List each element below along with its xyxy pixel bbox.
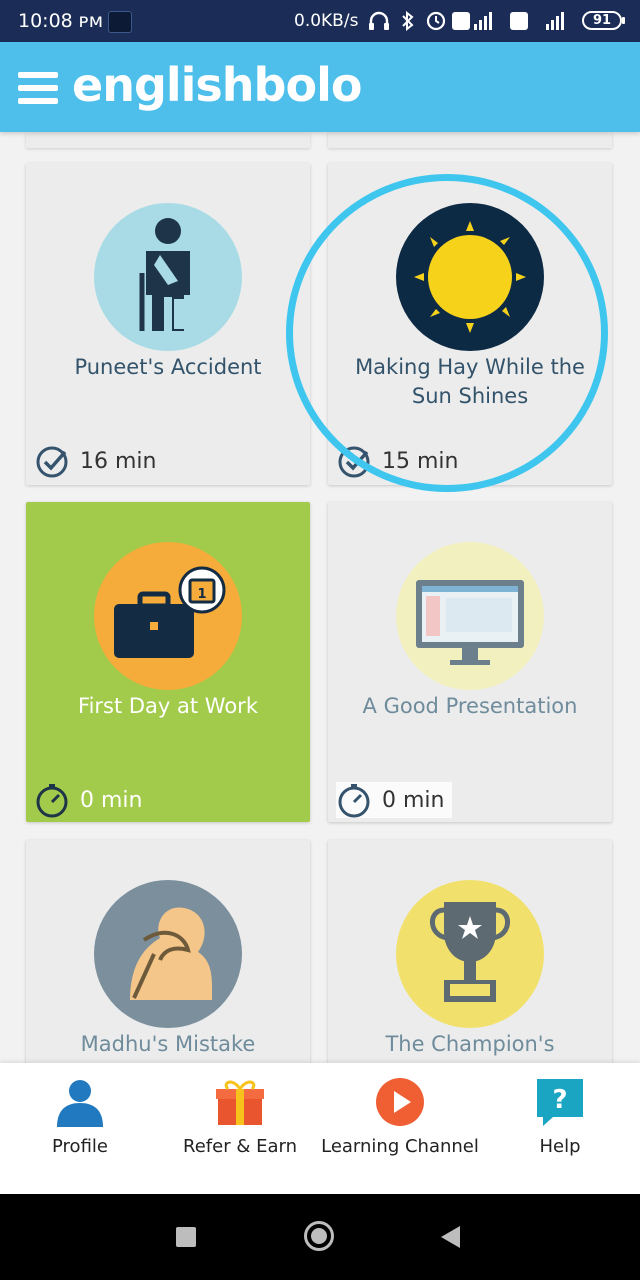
status-bar: 10:08 ᴘᴍ 0.0KB/s 91 <box>0 0 640 42</box>
notification-app-icon <box>108 11 132 33</box>
lesson-duration: 0 min <box>34 782 150 818</box>
status-time: 10:08 ᴘᴍ <box>18 10 104 32</box>
svg-text:?: ? <box>552 1085 567 1115</box>
network-speed: 0.0KB/s <box>294 11 359 31</box>
profile-icon <box>57 1080 103 1127</box>
timer-check-icon <box>36 446 68 478</box>
facepalm-icon <box>94 880 242 1028</box>
lesson-card[interactable]: Madhu's Mistake <box>26 840 310 1070</box>
volte-signal-icon-1 <box>452 12 492 30</box>
help-icon: ? <box>537 1079 583 1126</box>
lesson-duration: 16 min <box>34 443 164 479</box>
timer-icon <box>338 784 370 818</box>
trophy-icon <box>396 880 544 1028</box>
lesson-duration: 15 min <box>336 443 466 479</box>
lesson-title: Puneet's Accident <box>74 355 262 379</box>
play-icon <box>376 1078 424 1126</box>
alarm-icon <box>427 11 446 31</box>
recents-button[interactable] <box>176 1227 196 1247</box>
nav-refer-earn[interactable]: Refer & Earn <box>160 1063 320 1194</box>
lesson-card[interactable]: Puneet's Accident 16 min <box>26 163 310 485</box>
lesson-title: First Day at Work <box>78 694 258 718</box>
nav-learning-channel[interactable]: Learning Channel <box>320 1063 480 1194</box>
lesson-duration-text: 0 min <box>80 787 143 813</box>
nav-profile[interactable]: Profile <box>0 1063 160 1194</box>
home-button[interactable] <box>304 1221 334 1251</box>
lesson-duration-text: 0 min <box>382 787 445 813</box>
lesson-card[interactable]: Making Hay While the Sun Shines 15 min <box>328 163 612 485</box>
injured-man-icon <box>94 203 242 351</box>
lesson-duration-text: 15 min <box>382 448 459 474</box>
lesson-card[interactable]: A Good Presentation 0 min <box>328 502 612 822</box>
lesson-title: A Good Presentation <box>362 694 578 718</box>
lesson-card-active[interactable]: 1 First Day at Work 0 min <box>26 502 310 822</box>
back-button[interactable] <box>438 1224 462 1250</box>
app-header: englishbolo <box>0 42 640 132</box>
svg-text:1: 1 <box>197 587 206 602</box>
nav-label: Help <box>539 1136 581 1157</box>
partial-card[interactable] <box>26 132 310 148</box>
hamburger-menu-icon[interactable] <box>18 72 58 106</box>
timer-icon <box>36 784 68 818</box>
bluetooth-icon <box>402 10 414 32</box>
lesson-duration-text: 16 min <box>80 448 157 474</box>
sun-icon <box>396 203 544 351</box>
timer-check-icon <box>338 446 370 478</box>
computer-monitor-icon <box>396 542 544 690</box>
volte-signal-icon-2 <box>510 12 564 30</box>
bottom-navigation: Profile Refer & Earn Learning Channel ? … <box>0 1063 640 1194</box>
nav-label: Learning Channel <box>321 1136 479 1157</box>
lesson-title: The Champion's <box>385 1032 555 1056</box>
lesson-card[interactable]: The Champion's <box>328 840 612 1070</box>
briefcase-calendar-icon: 1 <box>94 542 242 690</box>
battery-indicator: 91 <box>582 11 625 30</box>
partial-card[interactable] <box>328 132 612 148</box>
lesson-title: Making Hay While the Sun Shines <box>355 355 585 408</box>
lesson-title: Madhu's Mistake <box>80 1032 256 1056</box>
nav-label: Profile <box>52 1136 108 1157</box>
nav-help[interactable]: ? Help <box>480 1063 640 1194</box>
status-icons <box>368 9 447 36</box>
nav-label: Refer & Earn <box>183 1136 297 1157</box>
brand-logo: englishbolo <box>72 58 362 112</box>
headphones-icon <box>369 11 389 30</box>
gift-icon <box>216 1080 264 1125</box>
system-navigation-bar <box>0 1194 640 1280</box>
lesson-duration: 0 min <box>336 782 453 818</box>
